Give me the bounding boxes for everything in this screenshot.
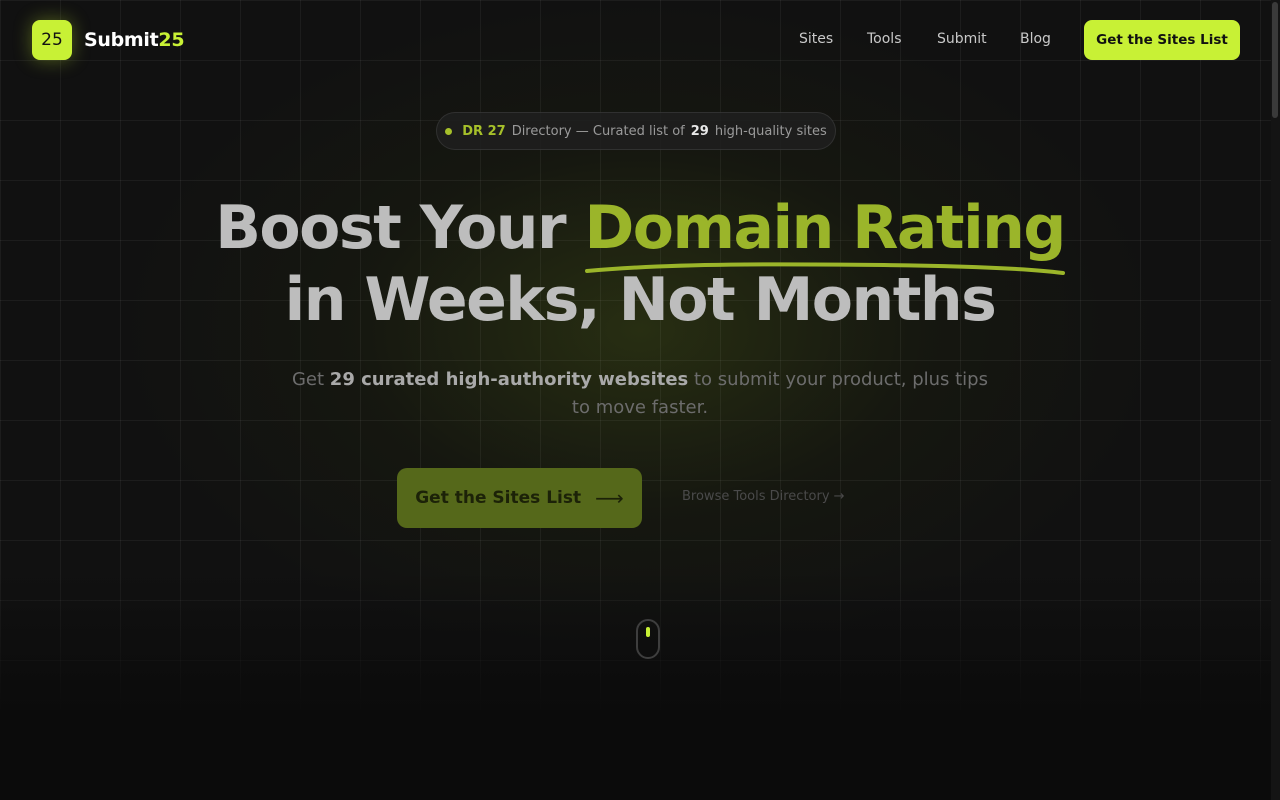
browse-tools-link[interactable]: Browse Tools Directory →: [682, 489, 845, 504]
primary-get-sites-button[interactable]: Get the Sites List ⟶: [397, 468, 642, 528]
dr-badge-pill: DR 27 Directory — Curated list of 29 hig…: [436, 112, 836, 150]
arrow-right-icon: ⟶: [595, 486, 624, 510]
mouse-wheel: [646, 627, 650, 637]
subheadline: Get 29 curated high-authority websites t…: [290, 366, 990, 422]
nav-submit[interactable]: Submit: [937, 31, 987, 47]
pill-suffix: high-quality sites: [714, 123, 827, 139]
sub-prefix: Get: [291, 369, 330, 390]
pill-directory: Directory — Curated list of: [511, 123, 685, 139]
logo-accent: 25: [158, 29, 185, 51]
nav-blog[interactable]: Blog: [1020, 31, 1051, 47]
header-get-sites-button[interactable]: Get the Sites List: [1084, 20, 1240, 60]
logo[interactable]: 25 Submit25: [32, 20, 185, 60]
scrollbar-thumb[interactable]: [1272, 2, 1278, 118]
logo-badge: 25: [32, 20, 72, 60]
page-scrollbar[interactable]: [1271, 0, 1280, 800]
primary-cta-label: Get the Sites List: [415, 488, 582, 508]
hero-section: [0, 0, 1280, 712]
headline-highlight: Domain Rating: [584, 193, 1067, 263]
mouse-scroll-icon[interactable]: [636, 619, 660, 659]
pill-count: 29: [690, 123, 709, 139]
logo-text: Submit25: [84, 29, 185, 51]
nav-sites[interactable]: Sites: [799, 31, 833, 47]
nav-tools[interactable]: Tools: [867, 31, 902, 47]
sub-strong: 29 curated high-authority websites: [329, 369, 689, 390]
status-dot-icon: [445, 127, 453, 135]
below-fold: [0, 712, 1280, 800]
headline-line-2: in Weeks, Not Months: [284, 265, 997, 335]
logo-name: Submit: [84, 29, 159, 51]
headline-plain: Boost Your: [215, 193, 585, 263]
pill-dr: DR 27: [462, 123, 506, 139]
